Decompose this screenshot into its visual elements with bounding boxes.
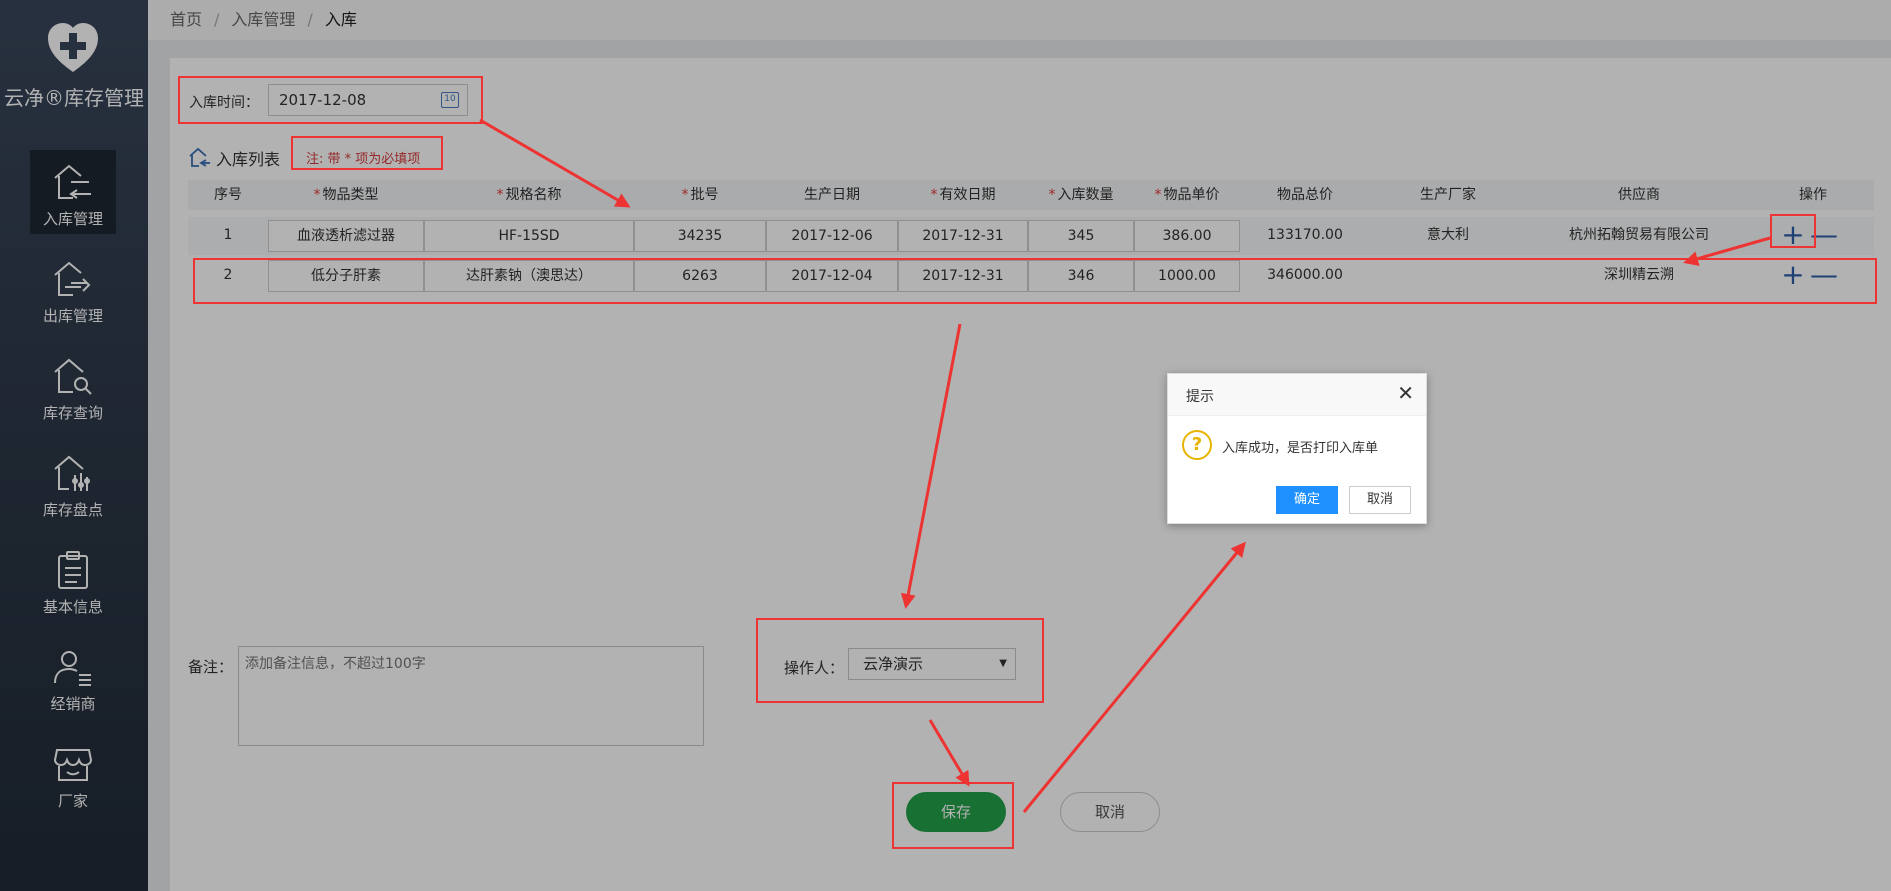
dialog-message: 入库成功，是否打印入库单: [1222, 441, 1379, 456]
annotation-box: [291, 136, 443, 170]
annotation-box: [178, 76, 483, 124]
annotation-box: [193, 258, 1877, 304]
dialog-cancel-button[interactable]: 取消: [1349, 486, 1411, 514]
dialog-ok-button[interactable]: 确定: [1276, 486, 1338, 514]
question-icon: ?: [1182, 430, 1212, 460]
annotation-box: [892, 782, 1014, 849]
modal-overlay: [0, 0, 1891, 891]
dialog-header: 提示 ✕: [1168, 374, 1426, 416]
dialog-title: 提示: [1186, 389, 1214, 405]
annotation-box: [756, 618, 1044, 703]
close-icon[interactable]: ✕: [1397, 382, 1414, 404]
annotation-box: [1770, 214, 1816, 248]
confirm-dialog: 提示 ✕ ? 入库成功，是否打印入库单 确定 取消: [1167, 373, 1427, 524]
